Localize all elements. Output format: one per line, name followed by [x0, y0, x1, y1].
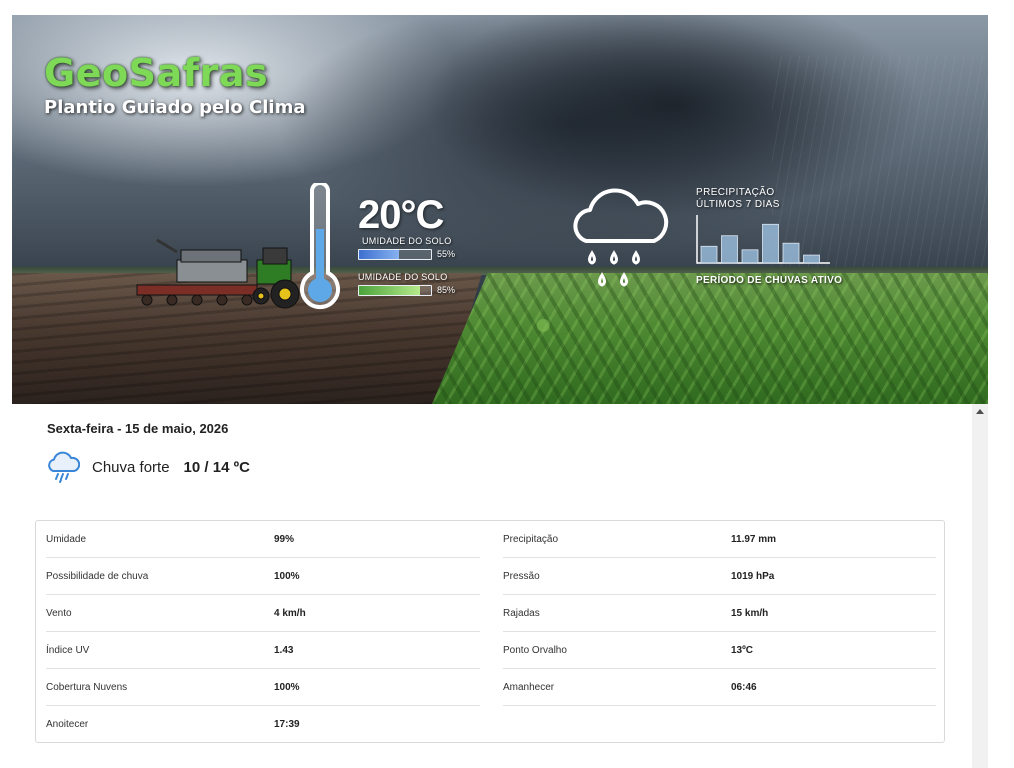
- detail-label: Ponto Orvalho: [503, 644, 567, 656]
- detail-label: Anoitecer: [46, 719, 89, 730]
- detail-row-sunset: Anoitecer 17:39: [46, 706, 480, 743]
- detail-label: Rajadas: [503, 607, 540, 619]
- detail-row-rain-chance: Possibilidade de chuva 100%: [46, 558, 480, 595]
- brand-subtitle: Plantio Guiado pelo Clima: [44, 97, 306, 118]
- detail-value: 15 km/h: [731, 607, 769, 619]
- detail-value: 99%: [274, 533, 295, 545]
- precipitation-bar: [741, 249, 759, 264]
- brand-title: GeoSafras: [44, 51, 269, 95]
- forecast-condition-row: Chuva forte 10 / 14 ºC: [46, 450, 250, 484]
- page-scrollbar[interactable]: [972, 404, 988, 768]
- detail-value: 100%: [274, 681, 300, 693]
- hero-banner: GeoSafras Plantio Guiado pelo Clima 20°C…: [12, 15, 988, 404]
- soil-moisture-bar-1: [358, 249, 432, 260]
- green-crop-field: [432, 273, 988, 404]
- tractor-planter-icon: [136, 238, 300, 309]
- forecast-date: Sexta-feira - 15 de maio, 2026: [47, 421, 229, 436]
- precipitation-title-line1: PRECIPITAÇÃO: [696, 187, 775, 198]
- detail-row-humidity: Umidade 99%: [46, 521, 480, 558]
- detail-row-cloud-cover: Cobertura Nuvens 100%: [46, 669, 480, 706]
- detail-row-pressure: Pressão 1019 hPa: [503, 558, 936, 595]
- detail-row-precipitation: Precipitação 11.97 mm: [503, 521, 936, 558]
- soil-moisture-label-1: UMIDADE DO SOLO: [362, 236, 452, 246]
- precipitation-mini-chart: [696, 215, 830, 264]
- precipitation-bar: [803, 254, 820, 264]
- thermometer-icon: [300, 183, 340, 310]
- detail-row-gusts: Rajadas 15 km/h: [503, 595, 936, 632]
- weather-details-table: Umidade 99% Possibilidade de chuva 100% …: [35, 520, 945, 743]
- detail-value: 13ºC: [731, 644, 753, 656]
- detail-label: Possibilidade de chuva: [46, 570, 149, 582]
- precipitation-bar: [782, 242, 800, 264]
- detail-row-dew-point: Ponto Orvalho 13ºC: [503, 632, 936, 669]
- soil-moisture-bar-2: [358, 285, 432, 296]
- detail-value: 1.43: [274, 644, 294, 656]
- soil-moisture-value-1: 55%: [437, 249, 456, 259]
- detail-label: Umidade: [46, 533, 87, 545]
- detail-row-uv-index: Índice UV 1.43: [46, 632, 480, 669]
- detail-value: 11.97 mm: [731, 533, 777, 545]
- detail-label: Amanhecer: [503, 681, 555, 693]
- precipitation-title-line2: ÚLTIMOS 7 DIAS: [696, 199, 780, 210]
- detail-label: Vento: [46, 607, 72, 619]
- scroll-up-arrow-icon[interactable]: [976, 409, 984, 414]
- detail-label: Cobertura Nuvens: [46, 681, 128, 693]
- detail-value: 100%: [274, 570, 300, 582]
- soil-moisture-fill-1: [359, 250, 399, 259]
- precipitation-title: PRECIPITAÇÃO ÚLTIMOS 7 DIAS: [696, 187, 780, 211]
- banner-temperature: 20°C: [358, 193, 444, 237]
- rain-period-status: PERÍODO DE CHUVAS ATIVO: [696, 275, 843, 286]
- detail-label: Índice UV: [46, 644, 90, 656]
- detail-value: 1019 hPa: [731, 570, 775, 582]
- detail-value: 06:46: [731, 681, 757, 693]
- detail-value: 4 km/h: [274, 607, 306, 619]
- soil-moisture-value-2: 85%: [437, 285, 456, 295]
- detail-value: 17:39: [274, 719, 300, 730]
- precipitation-bar: [721, 235, 738, 264]
- soil-moisture-label-2: UMIDADE DO SOLO: [358, 272, 448, 282]
- detail-label: Precipitação: [503, 533, 559, 545]
- precipitation-bar: [700, 245, 718, 264]
- forecast-temperature-range: 10 / 14 ºC: [183, 458, 250, 476]
- soil-moisture-fill-2: [359, 286, 421, 295]
- detail-row-wind: Vento 4 km/h: [46, 595, 480, 632]
- forecast-condition: Chuva forte: [92, 458, 170, 476]
- heavy-rain-cloud-icon: [48, 451, 80, 483]
- detail-label: Pressão: [503, 570, 540, 582]
- precipitation-bar: [762, 223, 779, 264]
- rain-cloud-icon: [573, 188, 669, 287]
- detail-row-sunrise: Amanhecer 06:46: [503, 669, 936, 706]
